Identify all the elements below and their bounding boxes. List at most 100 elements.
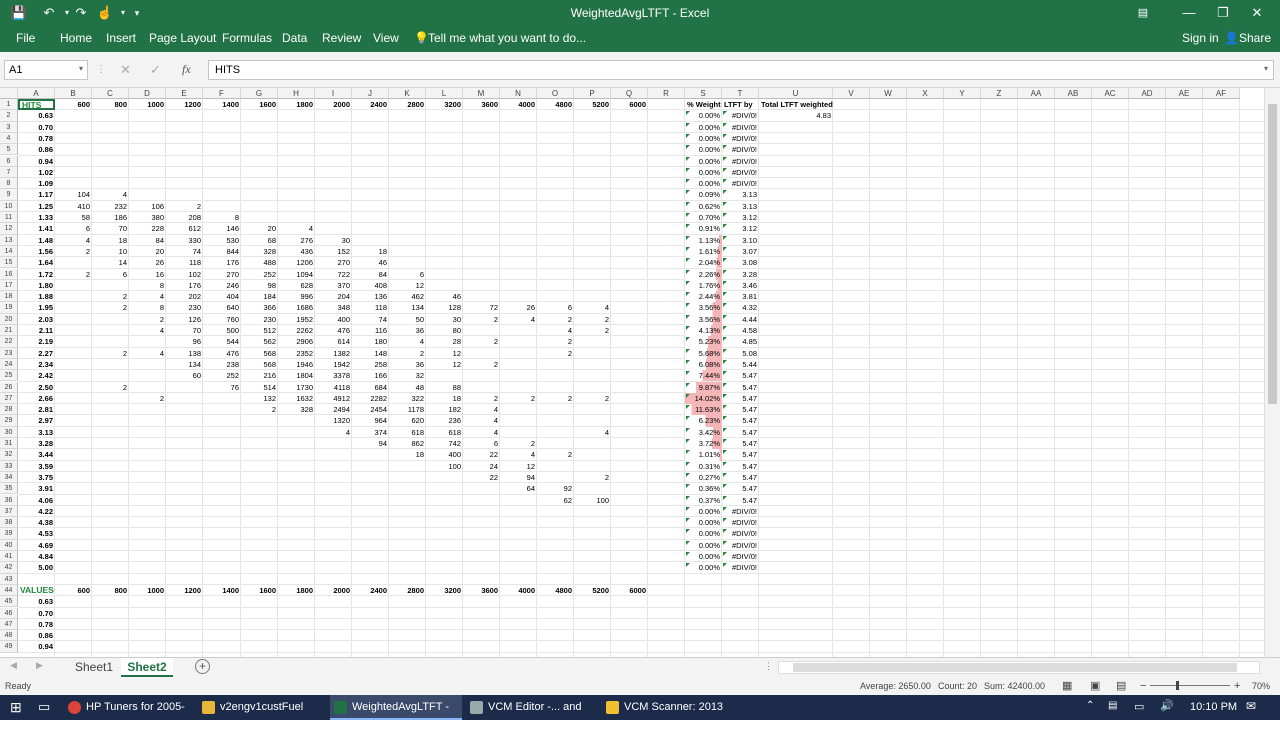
weight-percent[interactable]: 0.00% xyxy=(685,133,722,144)
map-row-label[interactable]: 2.42 xyxy=(18,370,55,381)
column-header[interactable]: Z xyxy=(981,88,1018,99)
weight-percent[interactable]: 1.76% xyxy=(685,279,722,292)
insert-function-icon[interactable]: fx xyxy=(182,62,191,77)
row-header[interactable]: 20 xyxy=(0,313,18,325)
row-header[interactable]: 32 xyxy=(0,449,18,461)
hit-count[interactable]: 964 xyxy=(352,415,389,426)
weight-percent[interactable]: 3.56% xyxy=(685,313,722,325)
hit-count[interactable]: 238 xyxy=(203,359,241,370)
hit-count[interactable]: 380 xyxy=(129,212,166,223)
hit-count[interactable]: 64 xyxy=(500,483,537,494)
rpm-header[interactable]: 1000 xyxy=(129,99,166,110)
ltft-value[interactable]: 5.47 xyxy=(722,370,759,381)
hit-count[interactable]: 1382 xyxy=(315,348,352,359)
hit-count[interactable]: 258 xyxy=(352,359,389,370)
column-header[interactable]: L xyxy=(426,88,463,99)
hit-count[interactable]: 2 xyxy=(500,438,537,449)
tell-me-box[interactable]: Tell me what you want to do... xyxy=(428,31,586,45)
row-header[interactable]: 38 xyxy=(0,517,18,529)
column-header[interactable]: G xyxy=(241,88,278,99)
hit-count[interactable]: 102 xyxy=(166,269,203,280)
map-row-label[interactable]: 2.50 xyxy=(18,382,55,393)
header-weight[interactable]: % Weight xyxy=(685,99,722,110)
start-windows-icon[interactable]: ⊞ xyxy=(10,699,22,716)
hit-count[interactable]: 276 xyxy=(278,235,315,246)
ltft-value[interactable]: 5.47 xyxy=(722,495,759,506)
weight-percent[interactable]: 5.23% xyxy=(685,336,722,348)
row-header[interactable]: 14 xyxy=(0,245,18,258)
column-header[interactable]: N xyxy=(500,88,537,99)
hit-count[interactable]: 96 xyxy=(166,336,203,347)
zoom-out-icon[interactable]: − xyxy=(1140,677,1146,695)
zoom-level[interactable]: 70% xyxy=(1252,677,1270,695)
hit-count[interactable]: 2494 xyxy=(315,404,352,415)
hit-count[interactable]: 568 xyxy=(241,359,278,370)
weight-percent[interactable]: 0.31% xyxy=(685,461,722,472)
row-header[interactable]: 48 xyxy=(0,630,18,642)
hit-count[interactable]: 3378 xyxy=(315,370,352,381)
hit-count[interactable]: 26 xyxy=(500,302,537,313)
ltft-value[interactable]: 3.46 xyxy=(722,280,759,291)
hit-count[interactable]: 20 xyxy=(241,223,278,234)
chevron-down-icon[interactable]: ▾ xyxy=(79,64,83,73)
weight-percent[interactable]: 3.56% xyxy=(685,302,722,314)
column-header[interactable]: D xyxy=(129,88,166,99)
hit-count[interactable]: 514 xyxy=(241,382,278,393)
hit-count[interactable]: 8 xyxy=(203,212,241,223)
hit-count[interactable]: 72 xyxy=(463,302,500,313)
hit-count[interactable]: 208 xyxy=(166,212,203,223)
hit-count[interactable]: 6 xyxy=(463,438,500,449)
weight-percent[interactable]: 0.91% xyxy=(685,223,722,234)
hit-count[interactable]: 18 xyxy=(389,449,426,460)
hit-count[interactable]: 14 xyxy=(92,257,129,268)
ltft-value[interactable]: 5.47 xyxy=(722,404,759,415)
map-row-label[interactable]: 1.25 xyxy=(18,201,55,212)
weight-percent[interactable]: 9.87% xyxy=(685,381,722,393)
hit-count[interactable]: 530 xyxy=(203,235,241,246)
hit-count[interactable]: 4 xyxy=(129,291,166,302)
weight-percent[interactable]: 2.04% xyxy=(685,257,722,269)
rpm-header[interactable]: 2800 xyxy=(389,99,426,110)
column-header[interactable]: S xyxy=(685,88,722,99)
hit-count[interactable]: 1686 xyxy=(278,302,315,313)
hit-count[interactable]: 246 xyxy=(203,280,241,291)
hit-count[interactable]: 2352 xyxy=(278,348,315,359)
hit-count[interactable]: 118 xyxy=(166,257,203,268)
values-row-label[interactable]: 0.63 xyxy=(18,596,55,607)
ltft-value[interactable]: 5.47 xyxy=(722,483,759,494)
row-header[interactable]: 19 xyxy=(0,302,18,314)
weight-percent[interactable]: 0.09% xyxy=(685,189,722,200)
values-rpm-header[interactable]: 4800 xyxy=(537,585,574,596)
hit-count[interactable]: 374 xyxy=(352,427,389,438)
row-header[interactable]: 13 xyxy=(0,234,18,246)
row-header[interactable]: 29 xyxy=(0,415,18,427)
chevron-up-icon[interactable]: ⌃ xyxy=(1086,700,1094,711)
hit-count[interactable]: 26 xyxy=(129,257,166,268)
hit-count[interactable]: 12 xyxy=(500,461,537,472)
weight-percent[interactable]: 4.13% xyxy=(685,325,722,337)
column-header[interactable]: E xyxy=(166,88,203,99)
map-row-label[interactable]: 1.33 xyxy=(18,212,55,223)
hit-count[interactable]: 2906 xyxy=(278,336,315,347)
ltft-value[interactable]: #DIV/0! xyxy=(722,122,759,133)
hit-count[interactable]: 568 xyxy=(241,348,278,359)
next-sheet-icon[interactable]: ▶ xyxy=(36,660,43,671)
hit-count[interactable]: 1942 xyxy=(315,359,352,370)
ribbon-display-icon[interactable]: ▤ xyxy=(1120,0,1166,26)
page-break-view-icon[interactable]: ▤ xyxy=(1116,677,1126,695)
hit-count[interactable]: 166 xyxy=(352,370,389,381)
map-row-label[interactable]: 1.17 xyxy=(18,189,55,200)
hit-count[interactable]: 628 xyxy=(278,280,315,291)
map-row-label[interactable]: 2.97 xyxy=(18,415,55,426)
hit-count[interactable]: 488 xyxy=(241,257,278,268)
name-box[interactable]: A1 ▾ xyxy=(4,60,88,80)
hit-count[interactable]: 204 xyxy=(315,291,352,302)
column-header[interactable]: A xyxy=(18,88,55,99)
column-header[interactable]: Y xyxy=(944,88,981,99)
values-rpm-header[interactable]: 2000 xyxy=(315,585,352,596)
ltft-value[interactable]: 5.47 xyxy=(722,472,759,483)
values-rpm-header[interactable]: 800 xyxy=(92,585,129,596)
ltft-value[interactable]: 3.12 xyxy=(722,223,759,234)
hit-count[interactable]: 844 xyxy=(203,246,241,257)
row-header[interactable]: 3 xyxy=(0,121,18,133)
